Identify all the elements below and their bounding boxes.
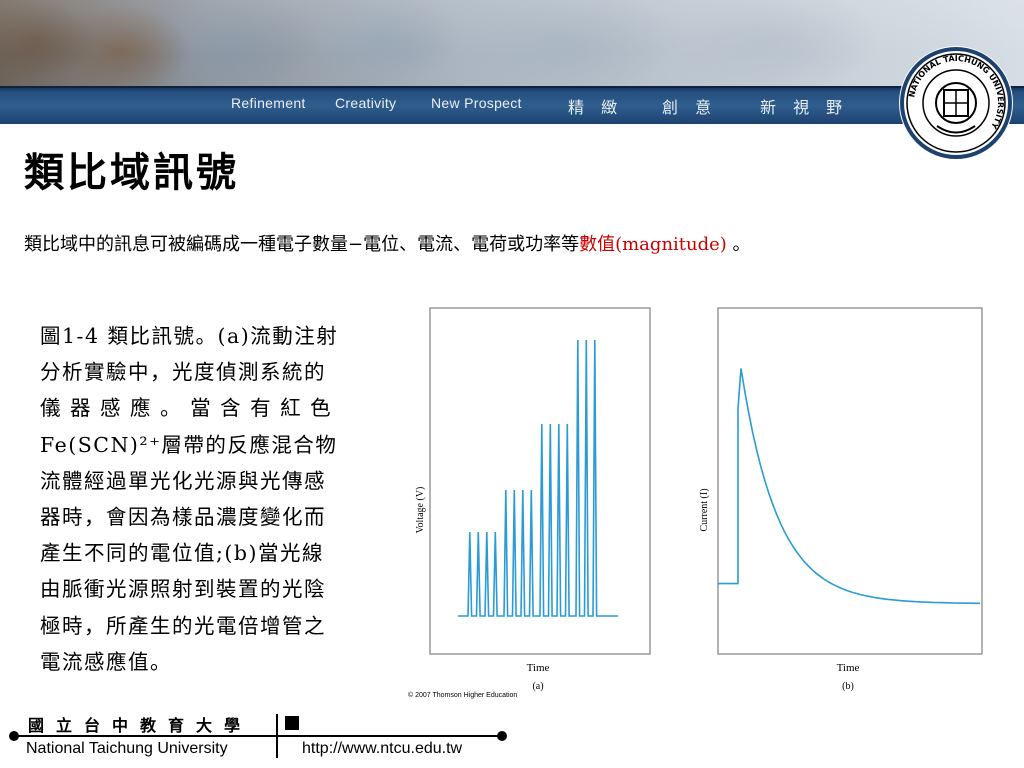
footer-university-en: National Taichung University <box>26 740 228 757</box>
slogan-creativity: Creativity <box>335 95 397 111</box>
footer: 國立台中教育大學 National Taichung University ht… <box>0 702 1024 768</box>
caption-line: 圖1-4 類比訊號。(a)流動注射 <box>40 324 339 348</box>
university-seal-logo: NATIONAL TAICHUNG UNIVERSITY <box>899 46 1013 160</box>
panel-b-label: (b) <box>842 681 854 692</box>
caption-line: 儀 器 感 應 。 當 含 有 紅 色 <box>40 396 333 421</box>
caption-line: 器時，會因為樣品濃度變化而 <box>40 505 326 530</box>
intro-paragraph: 類比域中的訊息可被編碼成一種電子數量−電位、電流、電荷或功率等數值(magnit… <box>24 230 751 256</box>
slogan-cn-refinement: 精 緻 <box>568 98 624 117</box>
intro-accent-term: 數值(magnitude) <box>579 234 727 255</box>
caption-line: 由脈衝光源照射到裝置的光陰 <box>40 577 326 602</box>
footer-url-link[interactable]: http://www.ntcu.edu.tw <box>302 740 462 758</box>
caption-line: 電流感應值。 <box>40 649 172 674</box>
figure-1-4: Time (a) Voltage (V) Time (b) Current (I… <box>408 298 988 703</box>
footer-dot-icon <box>497 731 507 741</box>
figure-caption: 圖1-4 類比訊號。(a)流動注射 分析實驗中，光度偵測系統的 儀 器 感 應 … <box>40 318 412 680</box>
slogan-cn-new-vision: 新 視 野 <box>760 98 849 117</box>
footer-square-icon <box>285 716 299 730</box>
slogan-cn-creativity: 創 意 <box>662 98 718 117</box>
caption-line: Fe(SCN)²⁺層帶的反應混合物 <box>40 432 338 457</box>
panel-b-ylabel: Current (I) <box>699 488 710 531</box>
footer-vertical-divider <box>276 714 278 758</box>
intro-text: 類比域中的訊息可被編碼成一種電子數量−電位、電流、電荷或功率等 <box>24 234 580 255</box>
footer-university-cn: 國立台中教育大學 <box>28 716 253 735</box>
panel-a-xlabel: Time <box>527 662 550 674</box>
slogan-new-prospect: New Prospect <box>431 95 522 111</box>
footer-dot-icon <box>9 731 19 741</box>
panel-a-label: (a) <box>532 681 543 692</box>
figure-svg: Time (a) Voltage (V) Time (b) Current (I… <box>408 307 983 699</box>
caption-line: 極時，所產生的光電倍增管之 <box>40 613 326 638</box>
panel-a-ylabel: Voltage (V) <box>415 487 426 534</box>
caption-line: 分析實驗中，光度偵測系統的 <box>40 360 326 385</box>
intro-end: 。 <box>726 234 751 255</box>
slogan-refinement: Refinement <box>231 95 306 111</box>
caption-line: 流體經過單光化光源與光傳感 <box>40 468 326 493</box>
slide-title: 類比域訊號 <box>24 149 239 196</box>
banner-overlay <box>0 0 1024 92</box>
caption-line: 產生不同的電位值;(b)當光線 <box>40 541 325 566</box>
figure-copyright: © 2007 Thomson Higher Education <box>408 691 517 699</box>
footer-divider-line <box>14 735 502 737</box>
panel-b-xlabel: Time <box>837 662 860 674</box>
header-banner: Refinement Creativity New Prospect 精 緻 創… <box>0 0 1024 124</box>
